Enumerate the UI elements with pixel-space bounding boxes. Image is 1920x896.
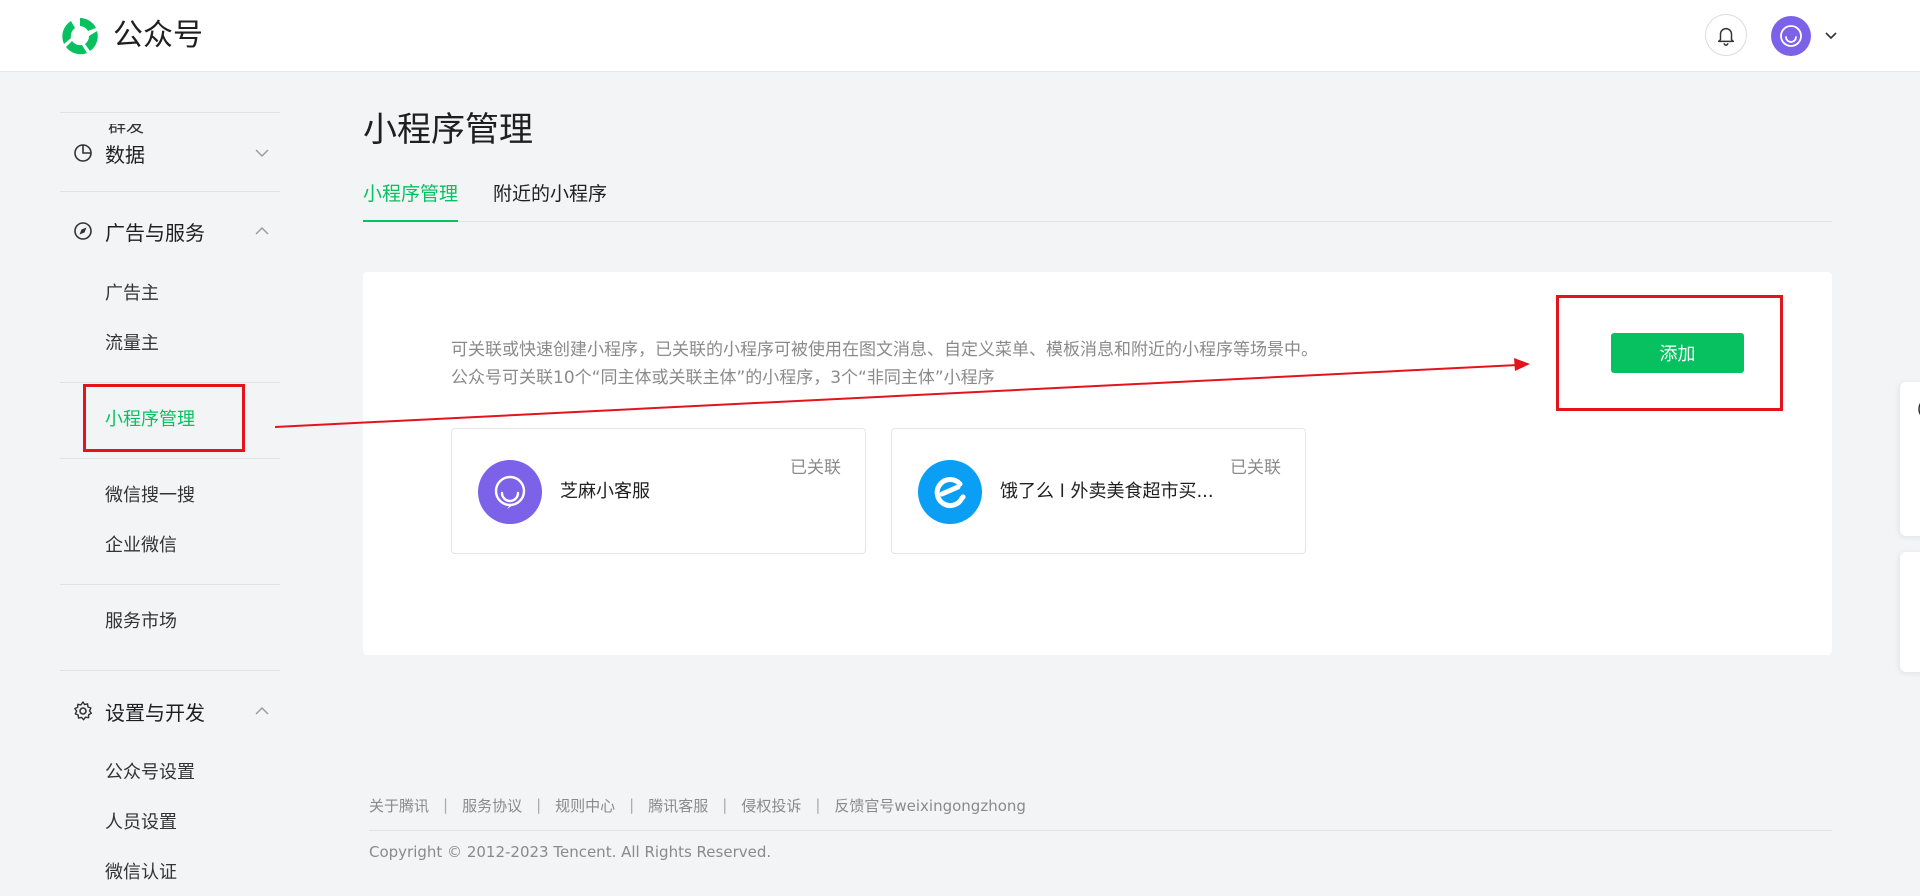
footer-link-infringement[interactable]: 侵权投诉 xyxy=(741,795,801,816)
chevron-up-icon xyxy=(255,707,269,715)
footer-separator: | xyxy=(722,796,728,814)
sidebar-item-service-market[interactable]: 服务市场 xyxy=(105,607,177,637)
page-title: 小程序管理 xyxy=(363,110,533,150)
chevron-up-icon xyxy=(255,227,269,235)
sidebar-divider xyxy=(60,670,280,671)
sidebar-section-label: 数据 xyxy=(105,142,145,167)
sidebar-item-wecom[interactable]: 企业微信 xyxy=(105,531,177,561)
gear-icon xyxy=(71,699,95,723)
mini-program-item[interactable]: 芝麻小客服 已关联 xyxy=(451,428,866,554)
sidebar-item-wechat-search[interactable]: 微信搜一搜 xyxy=(105,481,195,511)
guide-float-button[interactable]: 导 航 xyxy=(1900,552,1920,672)
sidebar-item-publisher[interactable]: 流量主 xyxy=(105,329,159,359)
footer-link-feedback[interactable]: 反馈官号weixingongzhong xyxy=(834,795,1026,816)
sidebar-section-settings-dev[interactable]: 设置与开发 xyxy=(60,691,280,731)
sidebar-section-label: 广告与服务 xyxy=(105,220,205,245)
tab-nearby-mini-programs[interactable]: 附近的小程序 xyxy=(493,176,607,222)
help-label-char: 到 xyxy=(1900,458,1920,482)
bell-icon xyxy=(1717,27,1735,46)
mini-program-name: 饿了么 l 外卖美食超市买... xyxy=(1000,481,1214,502)
tab-bar: 小程序管理 附近的小程序 xyxy=(363,176,1832,222)
sidebar-section-data[interactable]: 数据 xyxy=(60,133,280,173)
guide-label-char: 导 xyxy=(1900,604,1920,628)
sidebar-item-personnel-settings[interactable]: 人员设置 xyxy=(105,808,177,838)
footer-separator: | xyxy=(536,796,542,814)
top-header: 公众号 xyxy=(0,0,1920,72)
description-line: 公众号可关联10个“同主体或关联主体”的小程序，3个“非同主体”小程序 xyxy=(451,368,995,388)
help-label-char: 遇 xyxy=(1900,434,1920,458)
help-label-char: 问 xyxy=(1900,482,1920,506)
mini-program-item[interactable]: 饿了么 l 外卖美食超市买... 已关联 xyxy=(891,428,1306,554)
footer-divider xyxy=(369,830,1832,831)
mini-program-card: 可关联或快速创建小程序，已关联的小程序可被使用在图文消息、自定义菜单、模板消息和… xyxy=(363,272,1832,655)
description: 可关联或快速创建小程序，已关联的小程序可被使用在图文消息、自定义菜单、模板消息和… xyxy=(451,336,1318,392)
mini-program-name: 芝麻小客服 xyxy=(560,481,650,502)
footer-link-about[interactable]: 关于腾讯 xyxy=(369,795,429,816)
compass-icon xyxy=(71,219,95,243)
sidebar-divider xyxy=(60,458,280,459)
chevron-down-icon xyxy=(255,149,269,157)
sidebar-section-ads-services[interactable]: 广告与服务 xyxy=(60,211,280,251)
smile-face-icon xyxy=(1780,25,1802,47)
sidebar-item-mini-program-management[interactable]: 小程序管理 xyxy=(105,405,195,435)
sidebar-divider xyxy=(60,382,280,383)
sidebar-item-advertiser[interactable]: 广告主 xyxy=(105,279,159,309)
footer-link-rules-center[interactable]: 规则中心 xyxy=(555,795,615,816)
sidebar-divider xyxy=(60,112,280,113)
footer-link-service-agreement[interactable]: 服务协议 xyxy=(462,795,522,816)
add-button[interactable]: 添加 xyxy=(1611,333,1744,373)
copyright-text: Copyright © 2012-2023 Tencent. All Right… xyxy=(369,843,772,861)
smile-face-icon xyxy=(478,460,542,524)
footer-link-customer-service[interactable]: 腾讯客服 xyxy=(648,795,708,816)
help-label-char: 题 xyxy=(1900,506,1920,530)
eleme-logo-icon xyxy=(918,460,982,524)
sidebar-item-account-settings[interactable]: 公众号设置 xyxy=(105,758,195,788)
notification-button[interactable] xyxy=(1705,14,1747,56)
footer-separator: | xyxy=(443,796,449,814)
footer-links: 关于腾讯 | 服务协议 | 规则中心 | 腾讯客服 | 侵权投诉 | 反馈官号w… xyxy=(369,794,1026,816)
help-float-button[interactable]: 遇 到 问 题 xyxy=(1900,382,1920,536)
sidebar-divider xyxy=(60,584,280,585)
sidebar-divider xyxy=(60,191,280,192)
description-line: 可关联或快速创建小程序，已关联的小程序可被使用在图文消息、自定义菜单、模板消息和… xyxy=(451,340,1318,360)
tab-mini-program-management[interactable]: 小程序管理 xyxy=(363,176,459,222)
user-avatar[interactable] xyxy=(1771,16,1811,56)
pie-chart-icon xyxy=(71,141,95,165)
brand-title[interactable]: 公众号 xyxy=(113,14,203,58)
guide-label-char: 航 xyxy=(1900,630,1920,654)
sidebar-item-wechat-verification[interactable]: 微信认证 xyxy=(105,858,177,888)
sidebar-section-label: 设置与开发 xyxy=(105,700,205,725)
footer-separator: | xyxy=(815,796,821,814)
status-badge: 已关联 xyxy=(790,458,841,478)
footer-separator: | xyxy=(629,796,635,814)
chevron-down-icon[interactable] xyxy=(1822,27,1840,45)
wechat-official-logo-icon[interactable] xyxy=(58,14,102,58)
sidebar: 群发 数据 广告与服务 广告主 流量主 小程序管理 微信搜一搜 企业微信 服务市… xyxy=(0,72,300,896)
status-badge: 已关联 xyxy=(1230,458,1281,478)
